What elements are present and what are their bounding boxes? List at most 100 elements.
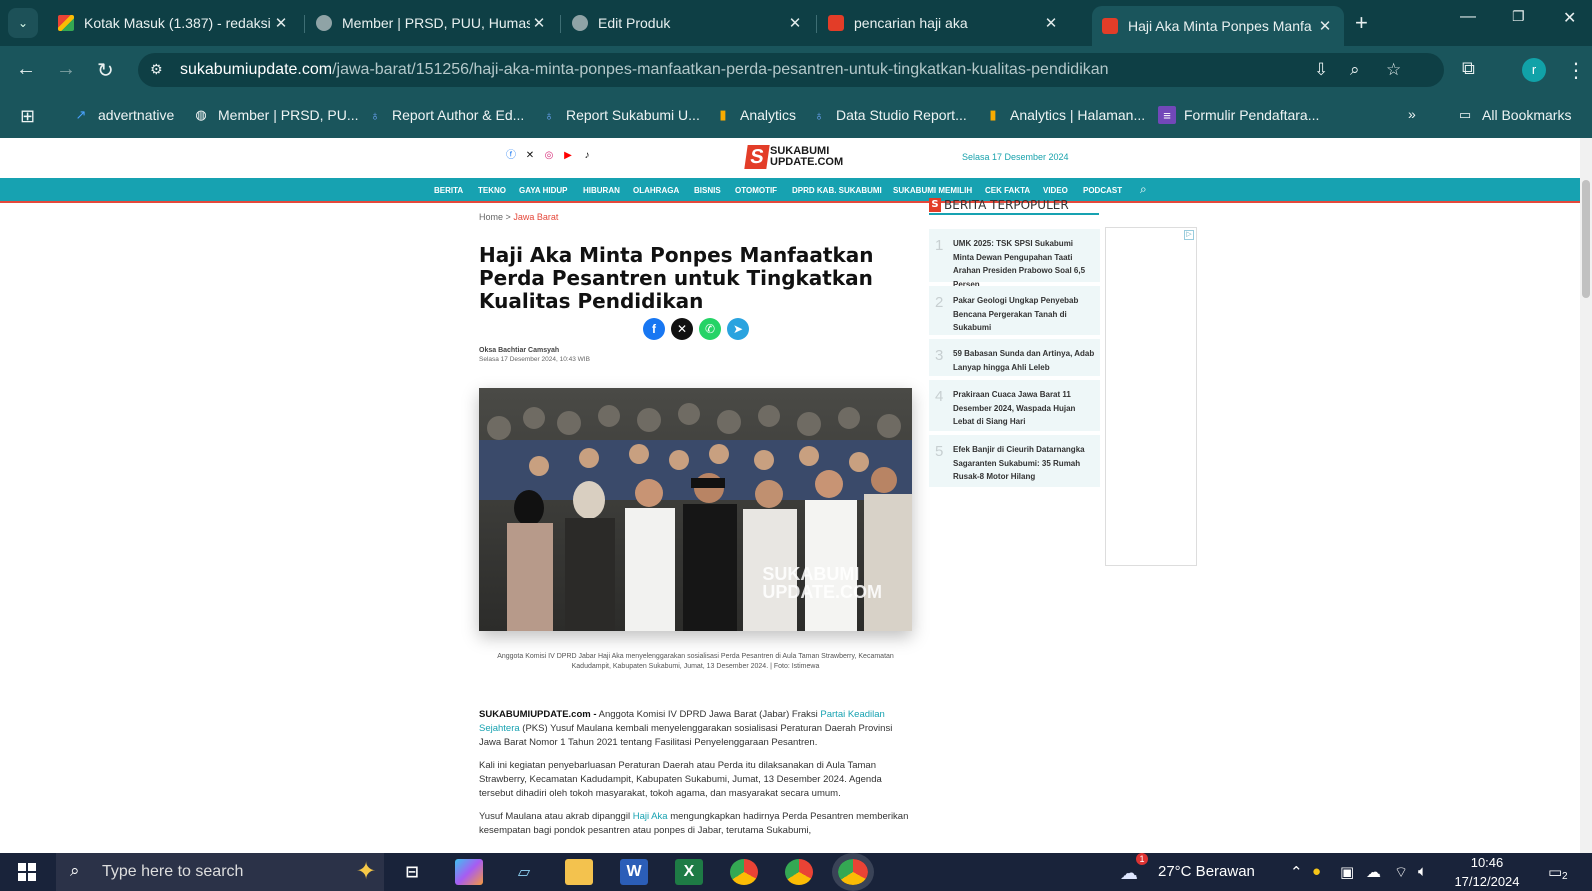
article-author[interactable]: Oksa Bachtiar Camsyah bbox=[479, 347, 559, 354]
tab-search-button[interactable]: ⌄ bbox=[8, 8, 38, 38]
tab-gmail[interactable]: Kotak Masuk (1.387) - redaksi ✕ bbox=[48, 6, 300, 40]
all-bookmarks-button[interactable]: ▭ All Bookmarks bbox=[1456, 106, 1572, 124]
popular-title-text[interactable]: Efek Banjir di Cieurih Datarnangka Sagar… bbox=[953, 443, 1096, 481]
close-tab-icon[interactable]: ✕ bbox=[1042, 14, 1060, 32]
windows-start-icon[interactable] bbox=[18, 863, 36, 881]
close-tab-icon[interactable]: ✕ bbox=[1316, 17, 1334, 35]
notification-icon[interactable]: ▭ bbox=[1548, 863, 1562, 881]
breadcrumb-home[interactable]: Home bbox=[479, 212, 503, 222]
tiktok-icon[interactable]: ♪ bbox=[581, 150, 593, 162]
bookmark-star-icon[interactable]: ☆ bbox=[1386, 60, 1401, 80]
copilot-icon[interactable] bbox=[455, 859, 483, 885]
popular-item[interactable]: 2 Pakar Geologi Ungkap Penyebab Bencana … bbox=[929, 286, 1100, 335]
nav-berita[interactable]: BERITA bbox=[434, 186, 463, 195]
site-logo[interactable]: S SUKABUMI UPDATE.COM bbox=[744, 144, 843, 170]
norton-icon[interactable]: ● bbox=[1312, 863, 1321, 880]
page-scrollbar[interactable] bbox=[1580, 138, 1592, 853]
popular-item[interactable]: 4 Prakiraan Cuaca Jawa Barat 11 Desember… bbox=[929, 380, 1100, 431]
chrome-icon[interactable] bbox=[730, 859, 758, 885]
ad-slot[interactable]: ▷ bbox=[1105, 227, 1197, 566]
restore-icon[interactable]: ❐ bbox=[1512, 8, 1525, 25]
install-app-icon[interactable]: ⇩ bbox=[1314, 60, 1328, 80]
tab-haji-aka-active[interactable]: Haji Aka Minta Ponpes Manfa ✕ bbox=[1092, 6, 1344, 46]
clock[interactable]: 10:46 17/12/2024 bbox=[1447, 853, 1527, 891]
wifi-icon[interactable]: ⌔ bbox=[1394, 863, 1408, 882]
back-icon[interactable]: ← bbox=[16, 58, 36, 81]
tab-edit-produk[interactable]: Edit Produk ✕ bbox=[562, 6, 814, 40]
nav-hiburan[interactable]: HIBURAN bbox=[583, 186, 620, 195]
adchoices-icon[interactable]: ▷ bbox=[1184, 230, 1194, 240]
scrollbar-thumb[interactable] bbox=[1582, 180, 1590, 298]
haji-aka-link[interactable]: Haji Aka bbox=[633, 811, 668, 822]
minimize-icon[interactable]: — bbox=[1460, 8, 1476, 26]
nav-podcast[interactable]: PODCAST bbox=[1083, 186, 1122, 195]
bookmark-item[interactable]: ♁ Report Author & Ed... bbox=[366, 106, 524, 124]
x-icon[interactable]: ✕ bbox=[524, 150, 536, 162]
nav-cek-fakta[interactable]: CEK FAKTA bbox=[985, 186, 1030, 195]
nav-gaya-hidup[interactable]: GAYA HIDUP bbox=[519, 186, 567, 195]
popular-title-text[interactable]: 59 Babasan Sunda dan Artinya, Adab Lanya… bbox=[953, 347, 1096, 372]
forward-icon[interactable]: → bbox=[56, 58, 76, 81]
site-info-icon[interactable]: ⚙ bbox=[150, 61, 163, 78]
chrome-active-icon[interactable] bbox=[832, 853, 874, 891]
share-telegram-icon[interactable]: ➤ bbox=[727, 318, 749, 340]
apps-grid-icon[interactable]: ⊞ bbox=[20, 106, 35, 127]
new-tab-button[interactable]: + bbox=[1355, 10, 1368, 36]
popular-item[interactable]: 1 UMK 2025: TSK SPSI Sukabumi Minta Dewa… bbox=[929, 229, 1100, 289]
share-facebook-icon[interactable]: f bbox=[643, 318, 665, 340]
task-view-icon[interactable]: ⊟ bbox=[398, 859, 426, 885]
bookmark-item[interactable]: ▮ Analytics bbox=[714, 106, 796, 124]
extensions-icon[interactable]: ⧉ bbox=[1462, 58, 1475, 79]
youtube-icon[interactable]: ▶ bbox=[562, 150, 574, 162]
close-tab-icon[interactable]: ✕ bbox=[786, 14, 804, 32]
popular-item[interactable]: 3 59 Babasan Sunda dan Artinya, Adab Lan… bbox=[929, 339, 1100, 376]
volume-icon[interactable]: 🔈︎ bbox=[1418, 863, 1427, 880]
address-bar[interactable]: ⚙ sukabumiupdate.com/jawa-barat/151256/h… bbox=[138, 53, 1444, 87]
bookmark-item[interactable]: ≡ Formulir Pendaftara... bbox=[1158, 106, 1319, 124]
zoom-icon[interactable]: ⌕ bbox=[1350, 60, 1360, 80]
more-bookmarks-button[interactable]: » bbox=[1408, 106, 1416, 122]
share-x-icon[interactable]: ✕ bbox=[671, 318, 693, 340]
tab-member[interactable]: Member | PRSD, PUU, Humas ✕ bbox=[306, 6, 558, 40]
nav-sukabumi-memilih[interactable]: SUKABUMI MEMILIH bbox=[893, 186, 972, 195]
bookmark-item[interactable]: ♁ Report Sukabumi U... bbox=[540, 106, 700, 124]
close-window-icon[interactable]: ✕ bbox=[1563, 8, 1576, 28]
onedrive-icon[interactable]: ☁ bbox=[1366, 863, 1381, 881]
bookmark-item[interactable]: ♁ Data Studio Report... bbox=[810, 106, 967, 124]
weather-icon[interactable]: ☁ bbox=[1120, 863, 1138, 884]
popular-title-text[interactable]: Pakar Geologi Ungkap Penyebab Bencana Pe… bbox=[953, 294, 1096, 332]
popular-item[interactable]: 5 Efek Banjir di Cieurih Datarnangka Sag… bbox=[929, 435, 1100, 487]
browser-toolbar: ← → ↻ ⚙ sukabumiupdate.com/jawa-barat/15… bbox=[0, 46, 1592, 94]
search-icon[interactable]: ⌕ bbox=[1140, 182, 1147, 197]
facebook-icon[interactable]: ⓕ bbox=[505, 150, 517, 162]
excel-icon[interactable]: X bbox=[675, 859, 703, 885]
word-icon[interactable]: W bbox=[620, 859, 648, 885]
bookmark-item[interactable]: ↗ advertnative bbox=[72, 106, 175, 124]
profile-avatar[interactable]: r bbox=[1522, 58, 1546, 82]
instagram-icon[interactable]: ◎ bbox=[543, 150, 555, 162]
popular-title-text[interactable]: UMK 2025: TSK SPSI Sukabumi Minta Dewan … bbox=[953, 237, 1096, 289]
breadcrumb-current[interactable]: Jawa Barat bbox=[513, 212, 558, 222]
nav-bisnis[interactable]: BISNIS bbox=[694, 186, 721, 195]
bookmark-item[interactable]: ◍ Member | PRSD, PU... bbox=[192, 106, 358, 124]
weather-text[interactable]: 27°C Berawan bbox=[1158, 863, 1255, 880]
tab-pencarian[interactable]: pencarian haji aka ✕ bbox=[818, 6, 1070, 40]
close-tab-icon[interactable]: ✕ bbox=[530, 14, 548, 32]
close-tab-icon[interactable]: ✕ bbox=[272, 14, 290, 32]
nav-tekno[interactable]: TEKNO bbox=[478, 186, 506, 195]
nav-dprd[interactable]: DPRD KAB. SUKABUMI bbox=[792, 186, 882, 195]
file-explorer-icon[interactable] bbox=[565, 859, 593, 885]
reload-icon[interactable]: ↻ bbox=[97, 58, 114, 83]
nav-video[interactable]: VIDEO bbox=[1043, 186, 1068, 195]
chevron-up-icon[interactable]: ⌃ bbox=[1290, 863, 1303, 881]
bookmark-item[interactable]: ▮ Analytics | Halaman... bbox=[984, 106, 1145, 124]
chrome-profile-icon[interactable] bbox=[785, 859, 813, 885]
menu-kebab-icon[interactable]: ⋮ bbox=[1566, 58, 1586, 83]
nav-otomotif[interactable]: OTOMOTIF bbox=[735, 186, 777, 195]
taskbar-search[interactable]: ⌕ Type here to search ✦ bbox=[56, 853, 384, 891]
notes-app-icon[interactable]: ▱ bbox=[510, 859, 538, 885]
nav-olahraga[interactable]: OLAHRAGA bbox=[633, 186, 679, 195]
meet-icon[interactable]: ▣ bbox=[1340, 863, 1354, 881]
popular-title-text[interactable]: Prakiraan Cuaca Jawa Barat 11 Desember 2… bbox=[953, 388, 1096, 426]
share-whatsapp-icon[interactable]: ✆ bbox=[699, 318, 721, 340]
